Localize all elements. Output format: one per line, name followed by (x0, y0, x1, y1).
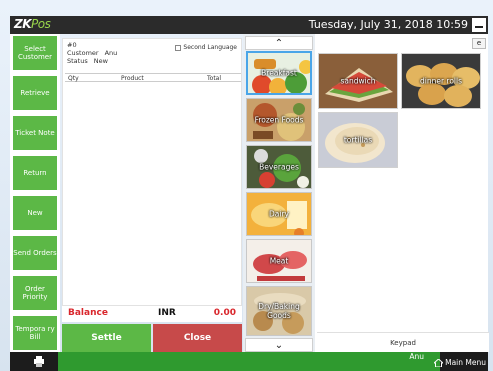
minimize-button[interactable] (472, 18, 486, 32)
minimize-icon (475, 26, 483, 28)
product-label: sandwich (340, 76, 376, 86)
ticket-panel: #0 Customer Anu Status New Second Language… (62, 38, 242, 306)
category-label: Breakfast (261, 68, 297, 78)
main-menu-button[interactable]: Main Menu (434, 358, 486, 367)
balance-row: Balance INR 0.00 (62, 306, 242, 322)
new-button[interactable]: New (13, 196, 57, 230)
status-label: Status (67, 57, 88, 65)
column-total: Total (207, 75, 222, 82)
second-language-checkbox[interactable] (175, 44, 182, 51)
retrieve-button[interactable]: Retrieve (13, 76, 57, 110)
balance-label: Balance (68, 308, 108, 318)
category-breakfast[interactable]: Breakfast (246, 51, 312, 95)
home-icon (434, 358, 444, 367)
status-bar: Anu Main Menu (10, 352, 488, 371)
close-button[interactable]: Close (153, 324, 242, 352)
category-label: Dry/Baking Goods (258, 302, 300, 320)
product-dinner-rolls[interactable]: dinner rolls (401, 53, 481, 109)
temporary-bill-button[interactable]: Tempora ry Bill (13, 316, 57, 350)
product-tortillas[interactable]: tortillas (318, 112, 398, 168)
main-menu-label: Main Menu (445, 358, 486, 367)
zkpos-logo: ZKPos (14, 17, 51, 31)
current-user: Anu (409, 352, 424, 361)
ticket-info: #0 Customer Anu Status New (67, 41, 117, 65)
category-label: Frozen Foods (254, 115, 304, 125)
scroll-up-button[interactable]: ⌃ (245, 36, 313, 50)
title-bar: ZKPos Tuesday, July 31, 2018 10:59 (10, 16, 488, 34)
pos-window: ZKPos Tuesday, July 31, 2018 10:59 Selec… (0, 0, 493, 371)
status-value: New (93, 57, 108, 65)
category-frozen-foods[interactable]: Frozen Foods (246, 98, 312, 142)
collapse-button[interactable]: e (472, 38, 486, 49)
chevron-up-icon: ⌃ (274, 37, 284, 49)
send-orders-button[interactable]: Send Orders (13, 236, 57, 270)
second-language-toggle[interactable]: Second Language (175, 44, 237, 51)
select-customer-button[interactable]: Select Customer (13, 36, 57, 70)
keypad-button[interactable]: Keypad (317, 332, 489, 352)
settle-button[interactable]: Settle (62, 324, 151, 352)
printer-icon[interactable] (34, 356, 44, 367)
ticket-note-button[interactable]: Ticket Note (13, 116, 57, 150)
product-sandwich[interactable]: sandwich (318, 53, 398, 109)
ticket-table-header: Qty Product Total (65, 73, 241, 82)
status-strip (58, 352, 440, 371)
ticket-number: #0 (67, 41, 77, 49)
customer-value: Anu (104, 49, 118, 57)
column-product: Product (121, 75, 144, 82)
datetime-display: Tuesday, July 31, 2018 10:59 (308, 18, 468, 31)
category-dry-baking-goods[interactable]: Dry/Baking Goods (246, 286, 312, 336)
category-column: ⌃ Breakfast Frozen Foods Beverages Dairy… (243, 34, 315, 352)
column-qty: Qty (68, 75, 79, 82)
category-beverages[interactable]: Beverages (246, 145, 312, 189)
category-dairy[interactable]: Dairy (246, 192, 312, 236)
currency-label: INR (158, 308, 176, 318)
category-label: Meat (269, 256, 289, 266)
product-label: tortillas (343, 135, 373, 145)
category-label: Beverages (259, 162, 299, 172)
product-area: e sandwich dinner rolls tortillas (315, 34, 488, 352)
return-button[interactable]: Return (13, 156, 57, 190)
category-meat[interactable]: Meat (246, 239, 312, 283)
second-language-label: Second Language (183, 44, 237, 51)
balance-amount: 0.00 (213, 308, 236, 318)
chevron-down-icon: ⌄ (274, 339, 284, 351)
category-label: Dairy (269, 209, 289, 219)
customer-label: Customer (67, 49, 99, 57)
left-nav: Select Customer Retrieve Ticket Note Ret… (10, 34, 60, 352)
order-priority-button[interactable]: Order Priority (13, 276, 57, 310)
scroll-down-button[interactable]: ⌄ (245, 338, 313, 352)
product-label: dinner rolls (419, 76, 462, 86)
